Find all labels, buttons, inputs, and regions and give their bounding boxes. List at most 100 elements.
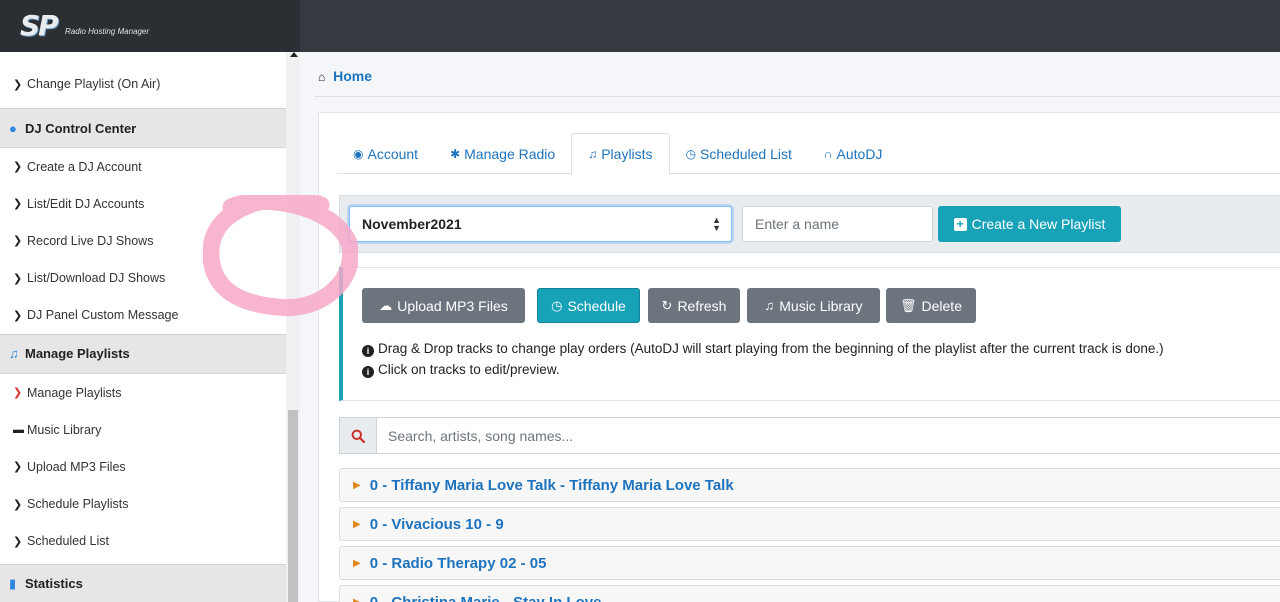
music-library-label: Music Library [779, 297, 863, 314]
music-icon: ♫ [764, 298, 775, 313]
playlist-name-input[interactable]: Enter a name [742, 206, 933, 242]
chevron-circle-icon: ❯ [13, 235, 23, 248]
search-icon [340, 418, 377, 453]
track-search[interactable]: Search, artists, song names... [339, 417, 1280, 454]
sidebar-section-label: Manage Playlists [25, 346, 130, 362]
info-circle-icon: i [362, 366, 374, 378]
sidebar-item-create-dj-account[interactable]: ❯ Create a DJ Account [0, 148, 286, 185]
sidebar-item-label: Music Library [27, 422, 102, 437]
chevron-circle-icon: ❯ [13, 387, 23, 400]
sidebar-item-dj-panel-custom-message[interactable]: ❯ DJ Panel Custom Message [0, 297, 286, 334]
tab-manage-radio[interactable]: ✱ Manage Radio [434, 133, 571, 174]
playlist-select[interactable]: November2021 ▲ ▼ [349, 206, 732, 242]
tab-autodj[interactable]: ∩ AutoDJ [808, 133, 899, 174]
gear-icon: ✱ [450, 146, 461, 161]
sidebar-section-label: Statistics [25, 576, 83, 592]
create-playlist-label: Create a New Playlist [971, 216, 1106, 232]
sidebar-item-manage-playlists[interactable]: ❯ Manage Playlists [0, 374, 286, 411]
music-icon: ♫ [9, 346, 19, 362]
sidebar-item-list-edit-dj-accounts[interactable]: ❯ List/Edit DJ Accounts [0, 185, 286, 222]
breadcrumb-home[interactable]: Home [333, 68, 372, 84]
tab-bar: ◉ Account ✱ Manage Radio ♫ Playlists ◷ S… [337, 133, 1280, 175]
tab-scheduled-list[interactable]: ◷ Scheduled List [670, 133, 808, 174]
tab-label: AutoDJ [836, 145, 883, 162]
sidebar-item-label: Create a DJ Account [27, 159, 142, 174]
sidebar-item-music-library[interactable]: ▬ Music Library [0, 411, 286, 448]
info-click-tracks: i Click on tracks to edit/preview. [362, 362, 560, 378]
select-arrows-icon: ▲ ▼ [712, 215, 721, 233]
sidebar-item-scheduled-list[interactable]: ❯ Scheduled List [0, 523, 286, 560]
sidebar-scrollbar-thumb[interactable] [288, 410, 298, 602]
divider [314, 96, 1280, 97]
upload-mp3-button[interactable]: ☁ Upload MP3 Files [362, 288, 525, 323]
sidebar-item-list-download-dj-shows[interactable]: ❯ List/Download DJ Shows [0, 260, 286, 297]
sidebar-item-label: Change Playlist (On Air) [27, 77, 161, 91]
create-playlist-button[interactable]: + Create a New Playlist [938, 206, 1121, 242]
user-circle-icon: ◉ [353, 146, 364, 161]
chevron-circle-icon: ❯ [13, 198, 23, 211]
tab-account[interactable]: ◉ Account [337, 133, 434, 174]
sidebar-item-label: Upload MP3 Files [27, 459, 126, 474]
sidebar-item-label: Manage Playlists [27, 385, 122, 400]
sidebar-item-change-playlist[interactable]: ❯ Change Playlist (On Air) [0, 64, 286, 104]
schedule-label: Schedule [567, 297, 626, 314]
caret-right-icon: ▶ [353, 596, 361, 602]
track-item[interactable]: ▶ 0 - Tiffany Maria Love Talk - Tiffany … [339, 468, 1280, 502]
playlist-actions-callout: ☁ Upload MP3 Files ◷ Schedule ↻ Refresh … [339, 267, 1280, 401]
caret-right-icon: ▶ [353, 479, 361, 491]
refresh-button[interactable]: ↻ Refresh [648, 288, 740, 323]
tab-label: Playlists [601, 146, 653, 162]
track-item[interactable]: ▶ 0 - Radio Therapy 02 - 05 [339, 546, 1280, 580]
chevron-circle-icon: ❯ [13, 535, 23, 548]
track-title: 0 - Radio Therapy 02 - 05 [369, 554, 547, 572]
sidebar-item-label: List/Download DJ Shows [27, 271, 166, 286]
clock-icon: ◷ [685, 146, 697, 161]
track-item[interactable]: ▶ 0 - Vivacious 10 - 9 [339, 507, 1280, 541]
playlist-select-value: November2021 [362, 216, 462, 232]
sidebar-section-dj-control-center[interactable]: ● DJ Control Center [0, 108, 286, 148]
sidebar-item-schedule-playlists[interactable]: ❯ Schedule Playlists [0, 486, 286, 523]
info-text: Drag & Drop tracks to change play orders… [378, 341, 1164, 356]
logo-text: Radio Hosting Manager [65, 27, 150, 36]
sidebar-item-record-live-dj-shows[interactable]: ❯ Record Live DJ Shows [0, 222, 286, 259]
sidebar-item-label: DJ Panel Custom Message [27, 308, 179, 323]
sidebar-item-label: Scheduled List [27, 534, 110, 549]
sidebar-section-statistics[interactable]: ▮ Statistics [0, 563, 286, 602]
tab-playlists[interactable]: ♫ Playlists [571, 133, 670, 175]
refresh-label: Refresh [677, 297, 727, 314]
tab-label: Account [367, 145, 419, 162]
tab-label: Scheduled List [700, 145, 792, 162]
search-input[interactable]: Search, artists, song names... [388, 418, 573, 453]
sidebar-item-label: Record Live DJ Shows [27, 233, 154, 248]
delete-button[interactable]: 🗑 Delete [886, 288, 976, 323]
sidebar-item-label: List/Edit DJ Accounts [27, 196, 145, 211]
delete-label: Delete [921, 297, 962, 314]
track-item[interactable]: ▶ 0 - Christina Marie - Stay In Love [339, 585, 1280, 602]
folder-icon: ▬ [13, 423, 24, 436]
logo-mark: SP [20, 9, 59, 42]
sidebar-section-manage-playlists[interactable]: ♫ Manage Playlists [0, 333, 286, 374]
sidebar-item-upload-mp3-files[interactable]: ❯ Upload MP3 Files [0, 448, 286, 485]
chevron-circle-icon: ❯ [13, 272, 23, 285]
playlists-card: ◉ Account ✱ Manage Radio ♫ Playlists ◷ S… [318, 112, 1280, 602]
chevron-circle-icon: ❯ [13, 309, 23, 322]
upload-label: Upload MP3 Files [397, 297, 508, 314]
info-circle-icon: i [362, 345, 374, 357]
chevron-circle-icon: ❯ [13, 461, 23, 474]
main-content: ⌂ Home ◉ Account ✱ Manage Radio ♫ Playli… [300, 52, 1280, 602]
refresh-icon: ↻ [661, 297, 673, 313]
scroll-up-icon[interactable] [290, 52, 298, 57]
breadcrumb[interactable]: ⌂ Home [318, 68, 372, 84]
trash-icon: 🗑 [900, 297, 917, 313]
caret-right-icon: ▶ [353, 518, 361, 530]
brand-area[interactable]: SP Radio Hosting Manager [0, 0, 300, 52]
cloud-upload-icon: ☁ [379, 297, 393, 313]
chevron-circle-icon: ❯ [13, 498, 23, 511]
music-library-button[interactable]: ♫ Music Library [747, 288, 880, 323]
schedule-button[interactable]: ◷ Schedule [537, 288, 640, 323]
user-circle-icon: ● [9, 120, 17, 136]
track-title: 0 - Vivacious 10 - 9 [369, 515, 504, 533]
chevron-circle-icon: ❯ [13, 78, 23, 91]
bar-chart-icon: ▮ [9, 575, 17, 591]
sidebar: ❯ Change Playlist (On Air) ● DJ Control … [0, 52, 300, 602]
